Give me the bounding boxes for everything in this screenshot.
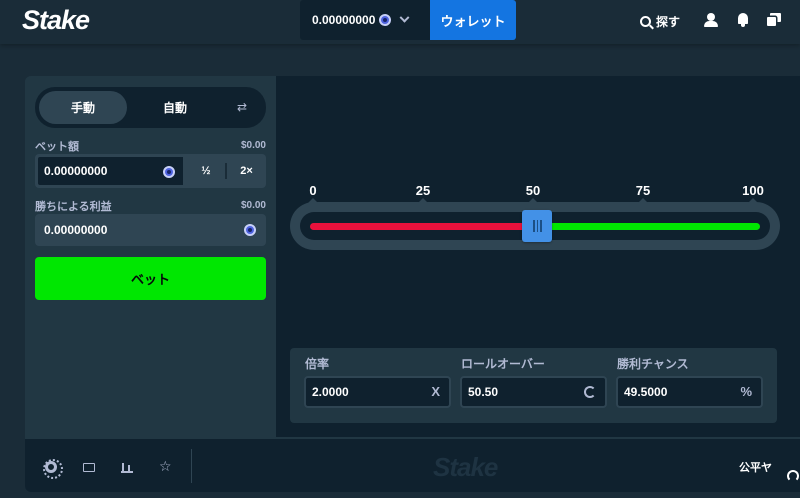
multiplier-stat: 倍率 2.0000 X	[304, 355, 451, 408]
slider-tick-notch	[638, 198, 648, 203]
stats-panel: 倍率 2.0000 X ロールオーバー 50.50 勝利チャンス 49.5000…	[290, 348, 777, 423]
grip-line	[533, 220, 535, 232]
balance-selector[interactable]: 0.00000000	[300, 0, 430, 40]
notifications-bell-icon[interactable]	[736, 13, 750, 27]
slider-handle[interactable]	[522, 210, 553, 242]
grip-line	[536, 220, 538, 232]
slider-tick-label: 50	[525, 183, 541, 198]
fairness-link[interactable]: 公平ヤ	[739, 459, 772, 475]
settings-gear-icon[interactable]	[43, 459, 63, 479]
slider-tick-label: 100	[742, 183, 764, 198]
profit-on-win-value: 0.00000000	[44, 223, 108, 237]
bet-amount-input[interactable]: 0.00000000	[36, 155, 185, 187]
theatre-mode-icon[interactable]	[83, 463, 95, 472]
multiplier-input[interactable]: 2.0000 X	[304, 376, 451, 408]
multiplier-value: 2.0000	[312, 385, 349, 399]
roll-slider	[290, 198, 780, 250]
rollover-input[interactable]: 50.50	[460, 376, 607, 408]
win-chance-input[interactable]: 49.5000 %	[616, 376, 763, 408]
currency-coin-icon	[244, 224, 256, 236]
top-bar: Stake 0.00000000 ウォレット 探す	[0, 0, 800, 44]
slider-track[interactable]	[300, 210, 770, 242]
headset-support-icon[interactable]	[787, 470, 799, 482]
search-icon	[640, 15, 651, 27]
profit-on-win-usd: $0.00	[240, 200, 266, 211]
multiplier-label: 倍率	[305, 357, 330, 371]
chat-icon[interactable]	[767, 13, 781, 27]
percent-icon: %	[740, 384, 752, 399]
rollover-value: 50.50	[468, 385, 499, 399]
multiplier-x-icon: X	[431, 384, 440, 399]
swap-arrows-icon[interactable]: ⇄	[235, 100, 249, 114]
slider-tick-notch	[308, 198, 318, 203]
slider-tick-notch	[528, 198, 538, 203]
chevron-down-icon	[399, 12, 410, 23]
win-chance-value: 49.5000	[624, 385, 668, 399]
lose-range-bar	[310, 223, 538, 230]
profit-on-win-field: 0.00000000	[35, 214, 266, 246]
balance-amount: 0.00000000	[312, 13, 376, 27]
currency-coin-icon	[379, 14, 392, 26]
bet-amount-value: 0.00000000	[44, 164, 108, 178]
live-stats-icon[interactable]	[121, 461, 133, 473]
slider-tick-label: 0	[309, 183, 317, 198]
bet-amount-usd: $0.00	[240, 140, 266, 151]
dice-game: 手動 自動 ⇄ ベット額 $0.00 0.00000000 ½ 2× 勝ちによる…	[25, 76, 800, 492]
divider	[191, 449, 192, 483]
win-chance-stat: 勝利チャンス 49.5000 %	[616, 355, 763, 408]
grip-line	[540, 220, 542, 232]
slider-tick-notch	[748, 198, 758, 203]
win-chance-label: 勝利チャンス	[617, 357, 689, 371]
mode-toggle: 手動 自動 ⇄	[35, 87, 266, 128]
bet-button[interactable]: ベット	[35, 257, 266, 300]
slider-tick-notch	[418, 198, 428, 203]
bet-controls-panel: 手動 自動 ⇄ ベット額 $0.00 0.00000000 ½ 2× 勝ちによる…	[25, 76, 276, 437]
divider	[225, 163, 227, 179]
tab-manual[interactable]: 手動	[39, 91, 127, 124]
game-footer-toolbar: ☆ Stake 公平ヤ	[25, 437, 800, 492]
slider-tick-label: 25	[415, 183, 431, 198]
user-icon[interactable]	[704, 13, 718, 27]
rollover-label: ロールオーバー	[461, 357, 545, 371]
half-bet-button[interactable]: ½	[187, 155, 225, 187]
currency-coin-icon	[163, 166, 175, 178]
tab-auto[interactable]: 自動	[131, 91, 219, 124]
bet-amount-group: 0.00000000 ½ 2×	[35, 154, 266, 188]
bet-amount-label: ベット額	[35, 140, 79, 153]
profit-on-win-label: 勝ちによる利益	[35, 200, 112, 213]
slider-tick-label: 75	[635, 183, 651, 198]
game-board: 0 25 50 75 100 倍率 2.0000 X ロールオーバー 50.50…	[276, 76, 800, 437]
stake-watermark-logo: Stake	[433, 452, 498, 482]
favorite-star-icon[interactable]: ☆	[159, 459, 172, 473]
wallet-button[interactable]: ウォレット	[430, 0, 516, 40]
double-bet-button[interactable]: 2×	[228, 155, 265, 187]
stake-logo[interactable]: Stake	[22, 5, 90, 36]
search-label: 探す	[656, 14, 681, 29]
refresh-icon[interactable]	[584, 386, 596, 398]
win-range-bar	[537, 223, 760, 230]
search-button[interactable]: 探す	[640, 12, 680, 30]
rollover-stat: ロールオーバー 50.50	[460, 355, 607, 408]
